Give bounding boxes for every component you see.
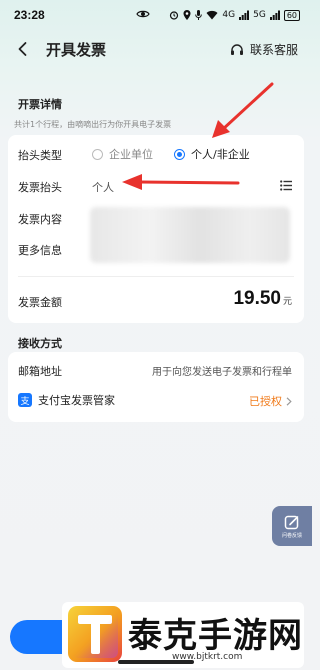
radio-company-dot[interactable]	[92, 148, 103, 160]
status-time: 23:28	[14, 8, 45, 22]
alipay-label: 支付宝发票管家	[38, 394, 115, 407]
alarm-icon	[170, 11, 179, 20]
feedback-label: 问卷反馈	[281, 532, 302, 539]
customer-service-label: 联系客服	[249, 43, 298, 57]
more-info-label: 更多信息	[18, 244, 62, 257]
title-type-label: 抬头类型	[18, 149, 62, 162]
home-indicator	[118, 660, 194, 664]
invoice-details-card: 抬头类型 企业单位 个人/非企业 发票抬头 个人 发票内容 更多信息 发票金额 …	[8, 135, 304, 323]
receive-section-title: 接收方式	[18, 337, 62, 350]
email-label: 邮箱地址	[18, 365, 62, 378]
radio-company[interactable]: 企业单位	[92, 146, 153, 162]
watermark: 泰克手游网 www.bjtkrt.com	[62, 602, 304, 668]
back-arrow-icon[interactable]	[14, 40, 32, 58]
location-icon	[183, 10, 191, 20]
eye-icon	[136, 10, 150, 18]
status-icons: 4G 5G 60	[169, 9, 300, 21]
watermark-text: 泰克手游网	[128, 616, 303, 656]
details-hint: 共计1个行程，由嘀嘀出行为你开具电子发票	[14, 120, 172, 129]
details-section-title: 开票详情	[18, 98, 62, 111]
signal-2-label: 5G	[253, 10, 266, 20]
invoice-title-label: 发票抬头	[18, 181, 62, 194]
customer-service-button[interactable]: 联系客服	[230, 41, 298, 58]
mic-icon	[195, 10, 203, 20]
signal-2-icon	[269, 10, 280, 20]
blurred-content	[90, 207, 290, 263]
signal-1-label: 4G	[222, 10, 236, 20]
signal-1-icon	[239, 10, 250, 20]
page-title: 开具发票	[46, 41, 107, 59]
radio-personal[interactable]: 个人/非企业	[174, 146, 250, 162]
alipay-row[interactable]: 支 支付宝发票管家	[18, 392, 115, 408]
feedback-button[interactable]: 问卷反馈	[272, 506, 312, 546]
receive-card: 邮箱地址 用于向您发送电子发票和行程单 支 支付宝发票管家 已授权	[8, 352, 304, 422]
radio-personal-label: 个人/非企业	[191, 148, 250, 161]
list-icon[interactable]	[280, 180, 292, 191]
authorized-label: 已授权	[249, 395, 282, 408]
invoice-amount: 19.50 元	[233, 288, 292, 310]
radio-company-label: 企业单位	[109, 148, 153, 161]
nav-bar: 开具发票 联系客服	[0, 30, 312, 68]
status-bar: 23:28 4G 5G 60	[0, 0, 312, 30]
headset-icon	[230, 43, 243, 55]
amount-value: 19.50	[233, 288, 281, 309]
radio-personal-dot[interactable]	[174, 148, 185, 160]
annotation-arrow-radio	[212, 82, 274, 138]
chevron-right-icon	[286, 396, 292, 406]
authorized-link[interactable]: 已授权	[249, 393, 292, 409]
amount-unit: 元	[282, 297, 292, 307]
email-input[interactable]: 用于向您发送电子发票和行程单	[152, 363, 292, 378]
edit-icon	[284, 515, 299, 529]
content-label: 发票内容	[18, 213, 62, 226]
annotation-arrow-title	[122, 174, 240, 190]
divider	[18, 276, 294, 277]
wifi-icon	[206, 10, 218, 20]
amount-label: 发票金额	[18, 296, 62, 309]
battery-icon: 60	[283, 9, 300, 21]
alipay-icon: 支	[18, 393, 32, 407]
watermark-logo	[68, 606, 122, 662]
invoice-title-input[interactable]: 个人	[92, 179, 114, 195]
